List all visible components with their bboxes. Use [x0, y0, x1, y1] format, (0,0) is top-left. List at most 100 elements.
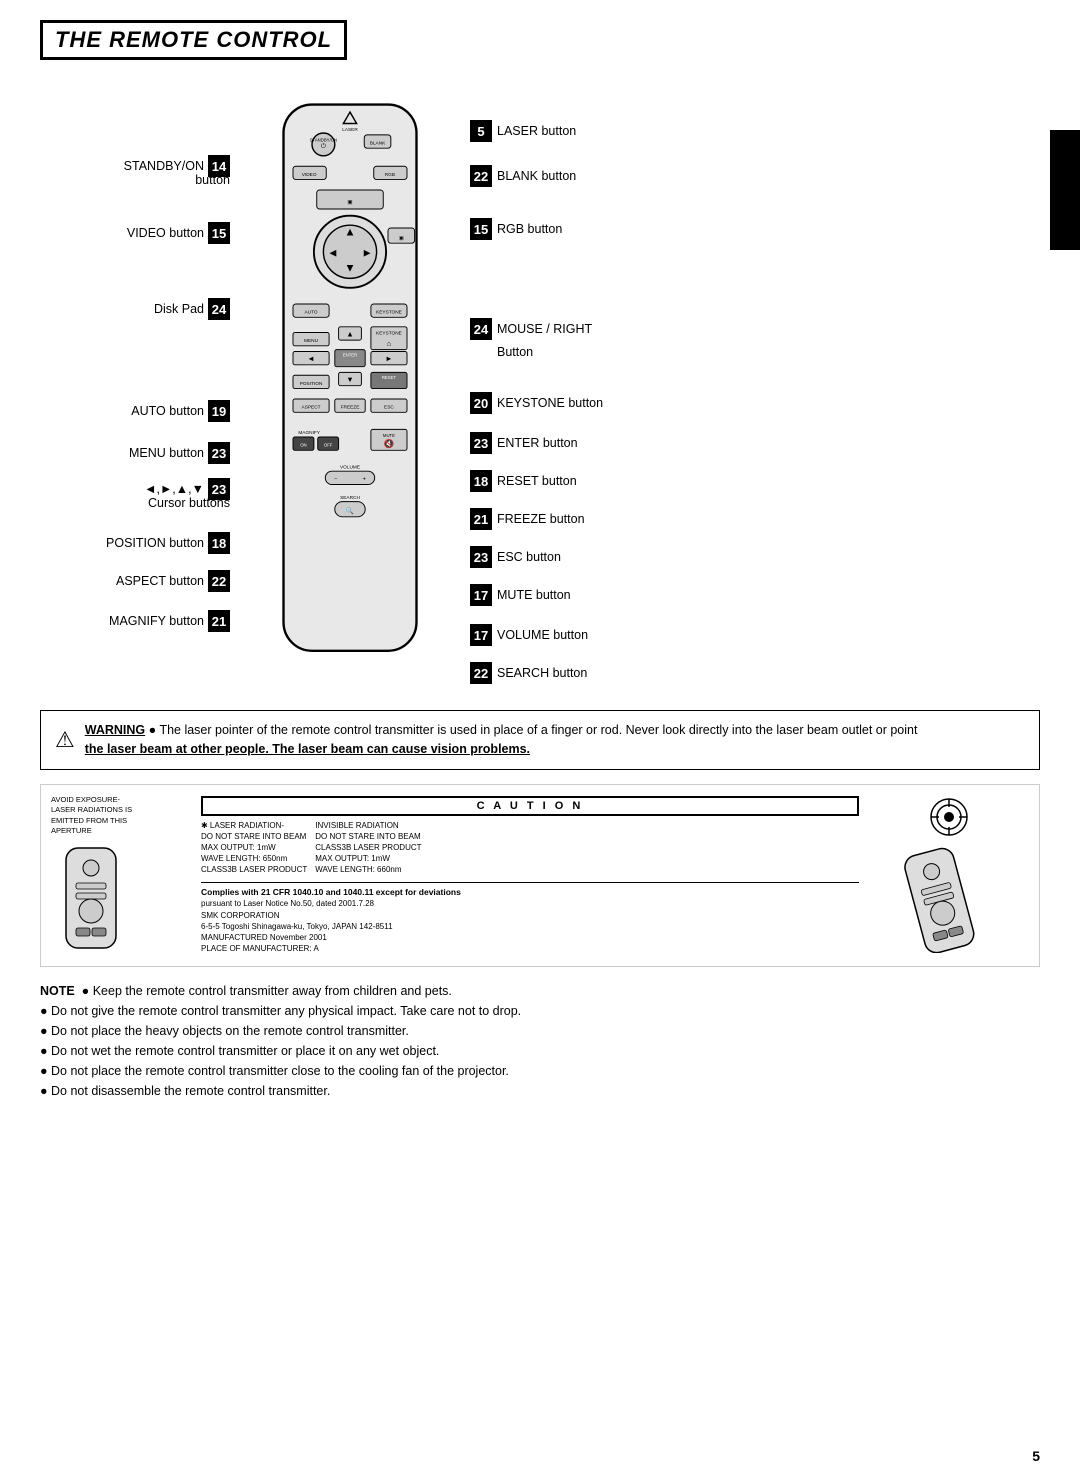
svg-text:VIDEO: VIDEO [302, 172, 317, 178]
svg-text:ON: ON [300, 443, 306, 448]
magnify-text: MAGNIFY button [109, 614, 204, 628]
rgb-text: RGB button [497, 222, 562, 236]
label-esc: 23 ESC button [470, 546, 561, 568]
svg-text:POSITION: POSITION [300, 381, 323, 387]
svg-text:ASPECT: ASPECT [302, 405, 321, 411]
standby-on-sub-text: button [195, 173, 230, 187]
note-6: ● Do not disassemble the remote control … [40, 1081, 1040, 1101]
disk-pad-text: Disk Pad [154, 302, 204, 316]
caution-area: AVOID EXPOSURE- LASER RADIATIONS IS EMIT… [40, 784, 1040, 967]
laser-badge: 5 [470, 120, 492, 142]
mute-text: MUTE button [497, 588, 571, 602]
warning-bold-line: the laser beam at other people. The lase… [85, 742, 530, 756]
left-labels: STANDBY/ON 14 button VIDEO button 15 Dis… [40, 70, 240, 690]
svg-text:KEYSTONE: KEYSTONE [376, 330, 402, 336]
label-mute: 17 MUTE button [470, 584, 571, 606]
mouse-right-sub: Button [497, 345, 533, 359]
svg-text:BLANK: BLANK [370, 140, 386, 146]
svg-text:LASER: LASER [342, 127, 358, 133]
menu-text: MENU button [129, 446, 204, 460]
esc-badge: 23 [470, 546, 492, 568]
svg-text:⌂: ⌂ [387, 339, 392, 348]
svg-text:▼: ▼ [344, 263, 355, 275]
svg-text:►: ► [361, 248, 372, 260]
reset-badge: 18 [470, 470, 492, 492]
target-icon [929, 797, 969, 837]
position-text: POSITION button [106, 536, 204, 550]
label-cursor-sub: Cursor buttons [148, 496, 230, 510]
label-volume: 17 VOLUME button [470, 624, 588, 646]
video-badge: 15 [208, 222, 230, 244]
laser-text: LASER button [497, 124, 576, 138]
warning-label: WARNING [85, 723, 145, 737]
svg-text:RGB: RGB [385, 172, 395, 178]
label-mouse-right: 24 MOUSE / RIGHT Button [470, 318, 592, 359]
note-5: ● Do not place the remote control transm… [40, 1061, 1040, 1081]
svg-text:ENTER: ENTER [343, 352, 357, 357]
svg-text:FREEZE: FREEZE [341, 405, 360, 411]
mouse-right-badge: 24 [470, 318, 492, 340]
caution-center-box: C A U T I O N ✱ LASER RADIATION- DO NOT … [201, 796, 859, 955]
svg-text:OFF: OFF [324, 443, 333, 448]
label-video: VIDEO button 15 [127, 222, 230, 244]
label-aspect: ASPECT button 22 [116, 570, 230, 592]
svg-text:▼: ▼ [346, 375, 354, 384]
svg-text:▣: ▣ [399, 235, 404, 241]
label-reset: 18 RESET button [470, 470, 577, 492]
svg-text:AUTO: AUTO [304, 310, 317, 316]
reset-text: RESET button [497, 474, 577, 488]
aspect-text: ASPECT button [116, 574, 204, 588]
avoid-text: AVOID EXPOSURE- LASER RADIATIONS IS EMIT… [51, 795, 191, 837]
video-text: VIDEO button [127, 226, 204, 240]
label-freeze: 21 FREEZE button [470, 508, 585, 530]
search-badge: 22 [470, 662, 492, 684]
note-2: ● Do not give the remote control transmi… [40, 1001, 1040, 1021]
svg-text:◄: ◄ [307, 354, 315, 363]
menu-badge: 23 [208, 442, 230, 464]
svg-text:⏻: ⏻ [321, 142, 327, 150]
note-label: NOTE [40, 984, 75, 998]
svg-text:🔇: 🔇 [384, 439, 395, 449]
svg-text:🔍: 🔍 [346, 506, 354, 515]
caution-invisible-text: INVISIBLE RADIATION DO NOT STARE INTO BE… [315, 820, 421, 876]
caution-title: C A U T I O N [201, 796, 859, 816]
sidebar-bar [1050, 130, 1080, 250]
aspect-badge: 22 [208, 570, 230, 592]
label-enter: 23 ENTER button [470, 432, 578, 454]
auto-badge: 19 [208, 400, 230, 422]
freeze-badge: 21 [470, 508, 492, 530]
auto-text: AUTO button [131, 404, 204, 418]
caution-right-remote [869, 797, 1029, 953]
svg-text:▲: ▲ [344, 227, 355, 239]
label-disk-pad: Disk Pad 24 [154, 298, 230, 320]
svg-text:MENU: MENU [304, 338, 319, 344]
note-3: ● Do not place the heavy objects on the … [40, 1021, 1040, 1041]
warning-body: ● The laser pointer of the remote contro… [149, 723, 918, 737]
cursor-arrows-text: ◄,►,▲,▼ [144, 482, 204, 496]
caution-remote-sketch-right [884, 843, 1014, 953]
enter-badge: 23 [470, 432, 492, 454]
notes-section: NOTE ● Keep the remote control transmitt… [40, 981, 1040, 1101]
warning-text: WARNING ● The laser pointer of the remot… [85, 721, 918, 759]
position-badge: 18 [208, 532, 230, 554]
magnify-badge: 21 [208, 610, 230, 632]
label-auto: AUTO button 19 [131, 400, 230, 422]
warning-box: ⚠ WARNING ● The laser pointer of the rem… [40, 710, 1040, 770]
label-rgb: 15 RGB button [470, 218, 562, 240]
note-first: NOTE ● Keep the remote control transmitt… [40, 981, 1040, 1001]
svg-text:VOLUME: VOLUME [340, 464, 360, 470]
svg-text:ESC: ESC [384, 405, 394, 411]
disk-pad-badge: 24 [208, 298, 230, 320]
svg-text:►: ► [385, 354, 393, 363]
rgb-badge: 15 [470, 218, 492, 240]
label-blank: 22 BLANK button [470, 165, 576, 187]
enter-text: ENTER button [497, 436, 578, 450]
mouse-right-text: MOUSE / RIGHT [497, 322, 592, 336]
svg-text:MAGNIFY: MAGNIFY [298, 430, 320, 436]
volume-text: VOLUME button [497, 628, 588, 642]
volume-badge: 17 [470, 624, 492, 646]
label-keystone: 20 KEYSTONE button [470, 392, 603, 414]
page-number: 5 [1032, 1448, 1040, 1464]
svg-text:▲: ▲ [346, 329, 354, 338]
keystone-text: KEYSTONE button [497, 396, 603, 410]
